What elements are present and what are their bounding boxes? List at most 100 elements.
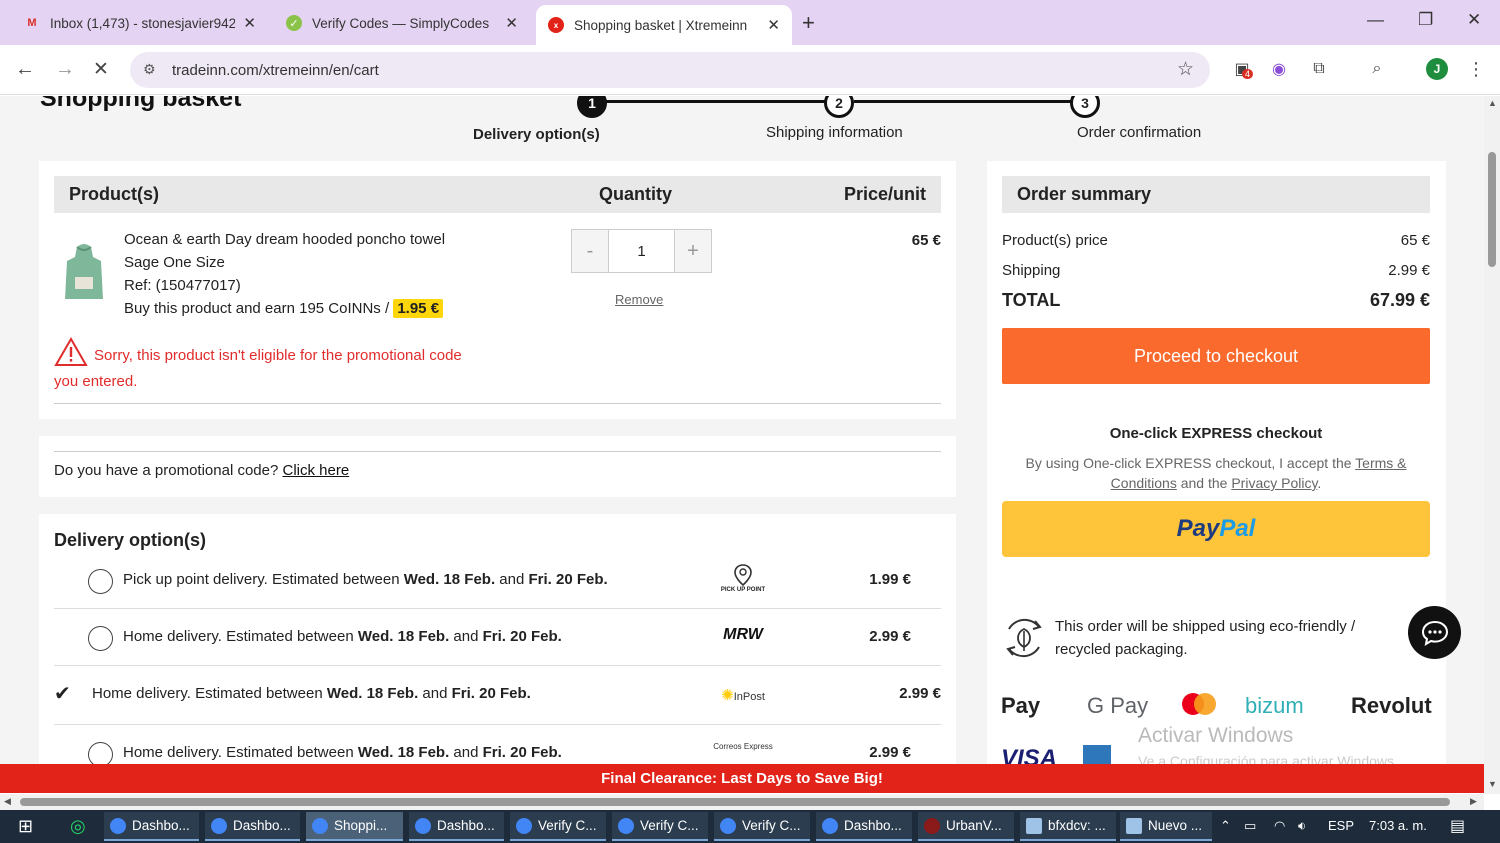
scroll-down-icon[interactable]: ▼ bbox=[1488, 779, 1497, 789]
puzzle-icon[interactable]: ⧉ bbox=[1307, 57, 1331, 81]
summary-label: Product(s) price bbox=[1002, 232, 1108, 249]
start-grid-icon[interactable]: ⊞ bbox=[18, 816, 33, 837]
step-2-dot: 2 bbox=[824, 96, 854, 118]
delivery-date-end: Fri. 20 Feb. bbox=[528, 571, 608, 588]
taskbar-item[interactable]: Verify C... bbox=[612, 812, 708, 841]
scroll-up-icon[interactable]: ▲ bbox=[1488, 98, 1497, 108]
close-icon[interactable]: ✕ bbox=[767, 16, 780, 34]
chat-button[interactable] bbox=[1408, 606, 1461, 659]
windows-watermark-title: Activar Windows bbox=[1138, 724, 1294, 747]
taskbar-item[interactable]: bfxdcv: ... bbox=[1020, 812, 1116, 841]
promo-label: Do you have a promotional code? bbox=[54, 462, 279, 479]
horizontal-scrollbar[interactable]: ◀ ▶ bbox=[0, 794, 1484, 810]
notification-icon[interactable]: ▤ bbox=[1450, 816, 1465, 836]
delivery-radio[interactable] bbox=[88, 569, 113, 594]
scroll-right-icon[interactable]: ▶ bbox=[1470, 796, 1477, 807]
chrome-icon bbox=[720, 817, 736, 834]
minimize-icon[interactable]: — bbox=[1367, 10, 1384, 30]
site-info-icon[interactable]: ⚙ bbox=[143, 61, 156, 78]
chat-bubble-icon bbox=[1421, 620, 1448, 646]
wifi-icon[interactable]: ◠ bbox=[1274, 818, 1285, 834]
delivery-option-selected[interactable]: ✔ Home delivery. Estimated between Wed. … bbox=[54, 667, 941, 725]
new-tab-icon[interactable]: + bbox=[802, 10, 815, 36]
taskbar-item-active[interactable]: Shoppi... bbox=[306, 812, 403, 841]
chrome-icon bbox=[516, 817, 532, 834]
qty-minus-button[interactable]: - bbox=[572, 230, 608, 272]
tab-gmail[interactable]: M Inbox (1,473) - stonesjavier942@ ✕ bbox=[12, 6, 268, 40]
warning-icon bbox=[54, 337, 88, 366]
chrome-icon bbox=[618, 817, 634, 834]
scrollbar-thumb[interactable] bbox=[1488, 152, 1496, 267]
stop-icon[interactable]: ✕ bbox=[93, 58, 109, 81]
close-window-icon[interactable]: ✕ bbox=[1467, 10, 1481, 30]
express-text-pre: By using One-click EXPRESS checkout, I a… bbox=[1025, 455, 1356, 471]
tab-search-icon[interactable]: ⌕ bbox=[1365, 57, 1389, 81]
language-indicator[interactable]: ESP bbox=[1328, 818, 1354, 833]
delivery-prefix: Home delivery. Estimated between bbox=[123, 744, 358, 761]
qty-value[interactable]: 1 bbox=[608, 230, 675, 272]
battery-icon[interactable]: ▭ bbox=[1244, 818, 1256, 834]
delivery-option[interactable]: Home delivery. Estimated between Wed. 18… bbox=[54, 610, 941, 666]
taskbar-item[interactable]: Verify C... bbox=[714, 812, 810, 841]
taskbar-item[interactable]: Verify C... bbox=[510, 812, 606, 841]
mastercard-icon bbox=[1182, 693, 1216, 715]
taskbar-item[interactable]: Dashbo... bbox=[205, 812, 300, 841]
tab-simplycodes[interactable]: ✓ Verify Codes — SimplyCodes ✕ bbox=[274, 6, 530, 40]
mastercard-logo bbox=[1180, 691, 1218, 723]
checkmark-icon: ✔ bbox=[54, 683, 71, 705]
forward-icon[interactable]: → bbox=[55, 58, 75, 81]
taskbar-item[interactable]: Nuevo ... bbox=[1120, 812, 1212, 841]
extension-icon[interactable]: ▣ 4 bbox=[1230, 57, 1254, 81]
delivery-radio[interactable] bbox=[88, 626, 113, 651]
product-name[interactable]: Ocean & earth Day dream hooded poncho to… bbox=[124, 231, 445, 248]
promo-click-here-link[interactable]: Click here bbox=[282, 462, 349, 479]
chevron-up-icon[interactable]: ⌃ bbox=[1220, 818, 1231, 834]
app-icon bbox=[924, 817, 940, 834]
scrollbar-thumb[interactable] bbox=[20, 798, 1450, 806]
remove-link[interactable]: Remove bbox=[615, 292, 663, 307]
restore-icon[interactable]: ❐ bbox=[1418, 10, 1433, 30]
taskbar-item[interactable]: Dashbo... bbox=[409, 812, 504, 841]
taskbar-item[interactable]: UrbanV... bbox=[918, 812, 1014, 841]
whatsapp-icon[interactable]: ◎ bbox=[70, 816, 86, 837]
menu-icon[interactable]: ⋮ bbox=[1464, 57, 1488, 81]
paypal-button[interactable]: Pay Pal bbox=[1002, 501, 1430, 557]
delivery-option[interactable]: Home delivery. Estimated between Wed. 18… bbox=[54, 726, 941, 764]
visa-logo: VISA bbox=[1001, 745, 1058, 764]
delivery-radio[interactable] bbox=[88, 742, 113, 764]
vertical-scrollbar[interactable]: ▲ ▼ bbox=[1484, 96, 1500, 794]
close-icon[interactable]: ✕ bbox=[243, 14, 256, 32]
privacy-policy-link[interactable]: Privacy Policy bbox=[1231, 475, 1317, 491]
avatar[interactable]: J bbox=[1426, 58, 1448, 80]
bookmark-star-icon[interactable]: ☆ bbox=[1177, 58, 1194, 81]
product-variant: Sage One Size bbox=[124, 254, 225, 271]
back-icon[interactable]: ← bbox=[15, 58, 35, 81]
summary-product-price: Product(s) price 65 € bbox=[1002, 232, 1430, 249]
divider bbox=[54, 451, 941, 452]
chrome-icon bbox=[415, 817, 431, 834]
proceed-to-checkout-button[interactable]: Proceed to checkout bbox=[1002, 328, 1430, 384]
qty-plus-button[interactable]: + bbox=[675, 230, 711, 272]
delivery-option[interactable]: Pick up point delivery. Estimated betwee… bbox=[54, 553, 941, 609]
taskbar-item[interactable]: Dashbo... bbox=[816, 812, 912, 841]
step-3-label: Order confirmation bbox=[1077, 124, 1202, 141]
product-image[interactable] bbox=[63, 243, 105, 303]
delivery-prefix: Home delivery. Estimated between bbox=[123, 628, 358, 645]
extension-purple-icon[interactable]: ◉ bbox=[1267, 57, 1291, 81]
delivery-mid: and bbox=[418, 685, 452, 702]
order-summary-title: Order summary bbox=[1002, 176, 1430, 213]
delivery-mid: and bbox=[495, 571, 529, 588]
volume-icon[interactable]: 🔉︎ bbox=[1298, 818, 1306, 834]
taskbar-item-label: Dashbo... bbox=[437, 818, 495, 833]
close-icon[interactable]: ✕ bbox=[505, 14, 518, 32]
express-title-bold: EXPRESS checkout bbox=[1181, 425, 1323, 442]
taskbar-item[interactable]: Dashbo... bbox=[104, 812, 199, 841]
address-bar[interactable]: ⚙ tradeinn.com/xtremeinn/en/cart ☆ bbox=[130, 52, 1210, 88]
clock[interactable]: 7:03 a. m. bbox=[1369, 818, 1427, 833]
scroll-left-icon[interactable]: ◀ bbox=[4, 796, 11, 807]
chrome-icon bbox=[110, 817, 126, 834]
summary-label: TOTAL bbox=[1002, 290, 1061, 310]
clearance-banner[interactable]: Final Clearance: Last Days to Save Big! bbox=[0, 764, 1484, 793]
delivery-price: 2.99 € bbox=[899, 685, 941, 702]
tab-shopping-basket[interactable]: x Shopping basket | Xtremeinn ✕ bbox=[536, 5, 792, 45]
